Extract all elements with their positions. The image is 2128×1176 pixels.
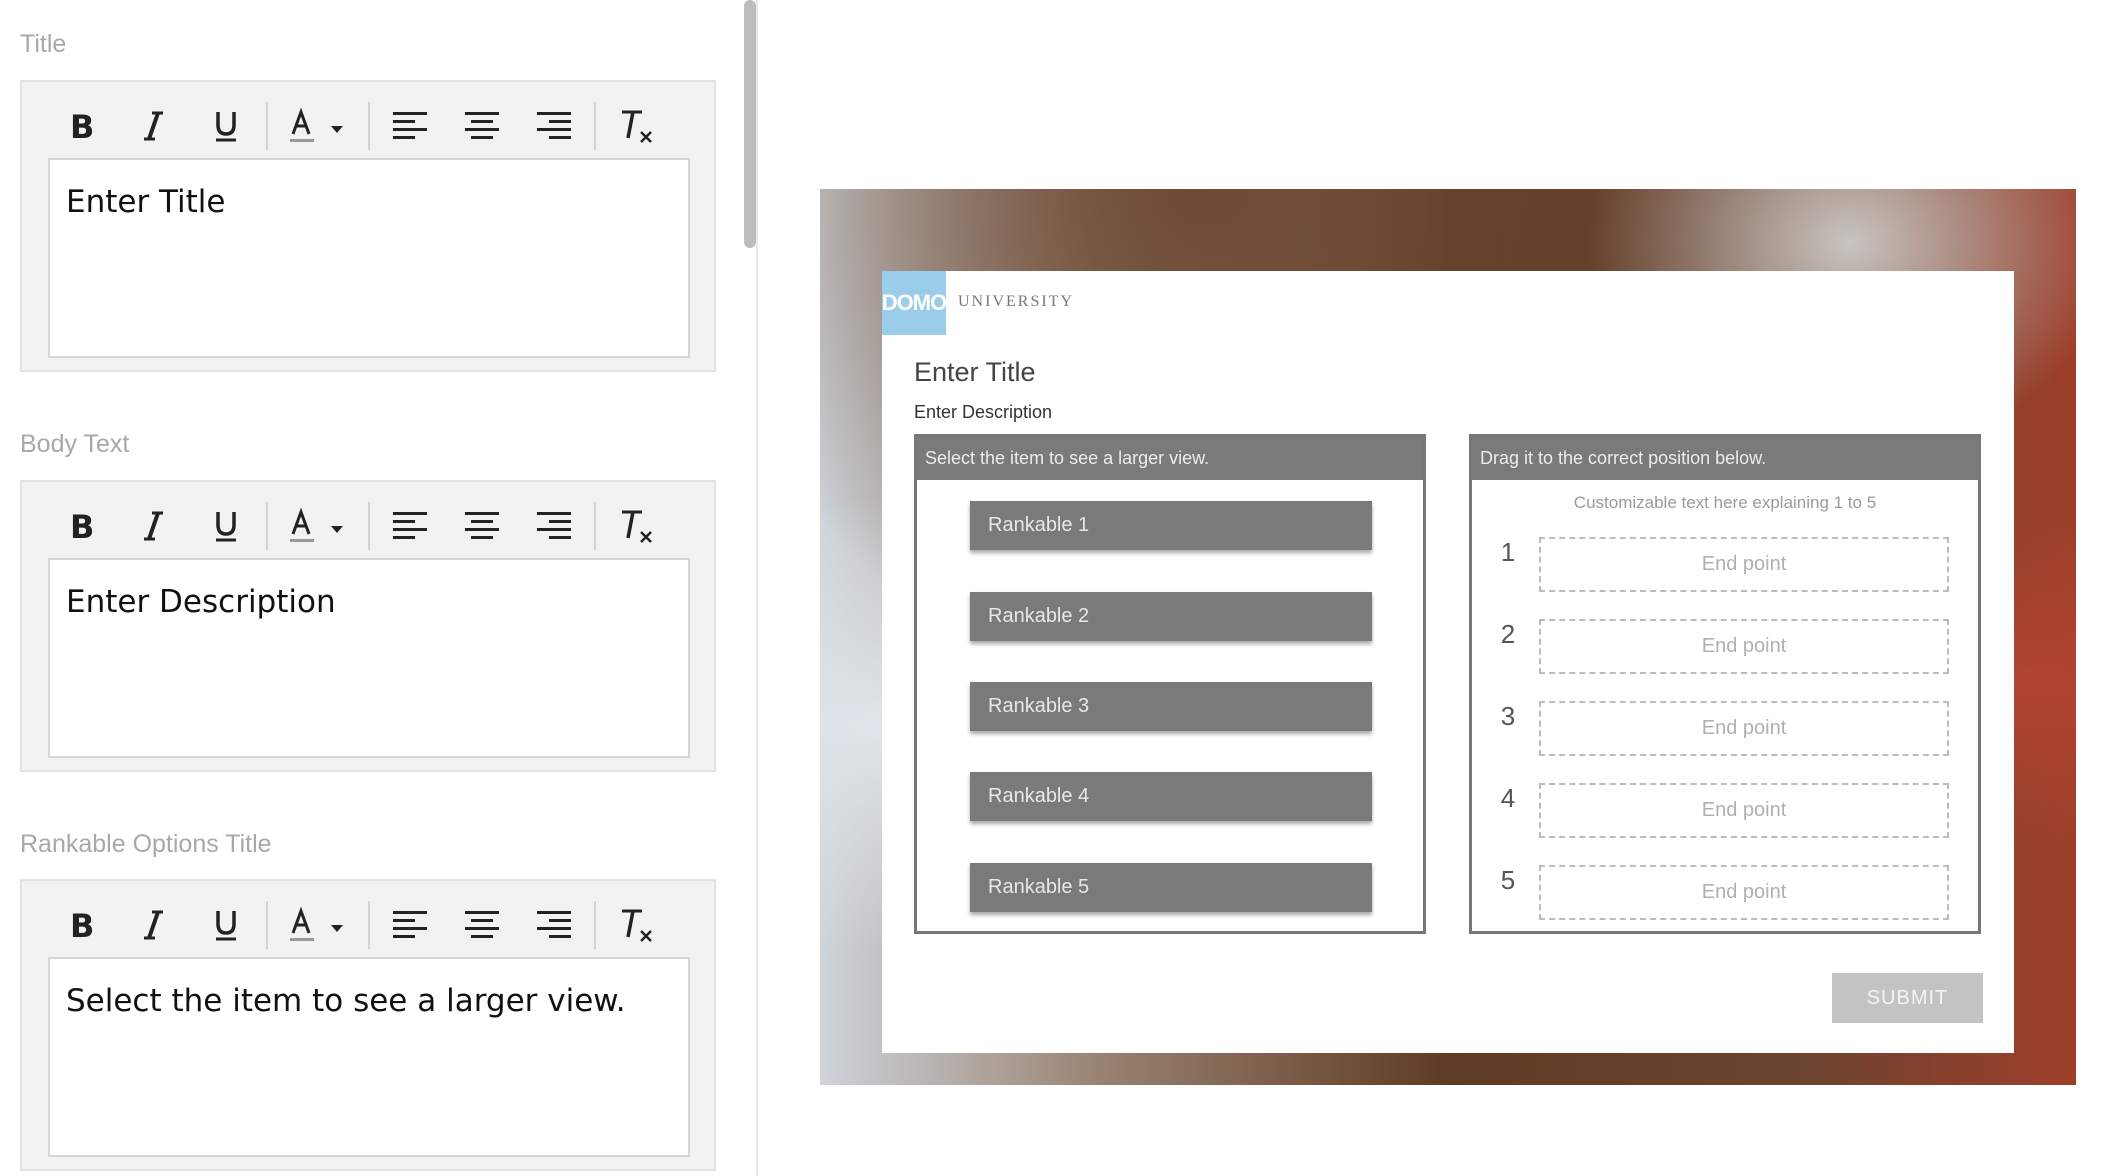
align-center-icon[interactable] — [446, 94, 518, 158]
rankable-item[interactable]: Rankable 4 — [970, 772, 1372, 821]
align-center-icon[interactable] — [446, 893, 518, 957]
clear-format-icon[interactable] — [600, 94, 672, 158]
italic-icon[interactable] — [118, 494, 190, 558]
rankable-options-toolbar: B — [46, 893, 696, 957]
drop-slot[interactable]: End point — [1539, 865, 1949, 920]
underline-icon[interactable] — [190, 94, 262, 158]
title-toolbar: B — [46, 94, 696, 158]
body-text-toolbar: B — [46, 494, 696, 558]
rankable-item[interactable]: Rankable 3 — [970, 682, 1372, 731]
clear-format-icon[interactable] — [600, 494, 672, 558]
text-color-icon[interactable] — [272, 94, 364, 158]
editor-scrollbar[interactable] — [744, 0, 756, 248]
rankable-item[interactable]: Rankable 2 — [970, 592, 1372, 641]
rankable-options-title-section-label: Rankable Options Title — [20, 830, 272, 858]
toolbar-divider — [368, 502, 370, 550]
toolbar-divider — [266, 502, 268, 550]
slot-number: 4 — [1500, 783, 1516, 813]
underline-icon[interactable] — [190, 893, 262, 957]
preview-background-image: DOMO UNIVERSITY Enter Title Enter Descri… — [820, 189, 2076, 1085]
drop-slot[interactable]: End point — [1539, 619, 1949, 674]
toolbar-divider — [266, 102, 268, 150]
submit-button[interactable]: SUBMIT — [1832, 973, 1983, 1023]
preview-description: Enter Description — [914, 402, 1053, 422]
drop-targets-panel: Drag it to the correct position below. C… — [1469, 434, 1981, 934]
title-section-label: Title — [20, 30, 67, 58]
bold-icon[interactable]: B — [46, 94, 118, 158]
text-color-icon[interactable] — [272, 494, 364, 558]
title-input[interactable]: Enter Title — [48, 158, 690, 358]
svg-text:B: B — [70, 908, 94, 942]
rankables-panel: Select the item to see a larger view. Ra… — [914, 434, 1426, 934]
slot-number: 2 — [1500, 619, 1516, 649]
align-left-icon[interactable] — [374, 94, 446, 158]
drop-targets-panel-header: Drag it to the correct position below. — [1472, 437, 1978, 480]
slot-number: 5 — [1500, 865, 1516, 895]
italic-icon[interactable] — [118, 893, 190, 957]
italic-icon[interactable] — [118, 94, 190, 158]
drop-targets-hint: Customizable text here explaining 1 to 5 — [1573, 493, 1877, 512]
preview-card: DOMO UNIVERSITY Enter Title Enter Descri… — [882, 271, 2014, 1053]
body-text-input[interactable]: Enter Description — [48, 558, 690, 758]
drop-slot[interactable]: End point — [1539, 537, 1949, 592]
rankables-panel-header: Select the item to see a larger view. — [917, 437, 1423, 480]
align-right-icon[interactable] — [518, 893, 590, 957]
slot-number: 1 — [1500, 537, 1516, 567]
drop-slot[interactable]: End point — [1539, 701, 1949, 756]
preview-title: Enter Title — [914, 357, 1036, 387]
toolbar-divider — [266, 901, 268, 949]
toolbar-divider — [368, 102, 370, 150]
align-right-icon[interactable] — [518, 94, 590, 158]
align-center-icon[interactable] — [446, 494, 518, 558]
toolbar-divider — [368, 901, 370, 949]
align-right-icon[interactable] — [518, 494, 590, 558]
bold-icon[interactable]: B — [46, 494, 118, 558]
underline-icon[interactable] — [190, 494, 262, 558]
align-left-icon[interactable] — [374, 494, 446, 558]
logo-subtitle: UNIVERSITY — [958, 293, 1074, 310]
domo-logo: DOMO — [882, 271, 947, 335]
rankable-options-title-input[interactable]: Select the item to see a larger view. — [48, 957, 690, 1157]
svg-text:B: B — [70, 109, 94, 143]
toolbar-divider — [594, 901, 596, 949]
text-color-icon[interactable] — [272, 893, 364, 957]
slot-number: 3 — [1500, 701, 1516, 731]
body-text-section-label: Body Text — [20, 430, 130, 458]
rankable-options-title-editor: B Select the item to see a larger view. — [20, 879, 716, 1171]
align-left-icon[interactable] — [374, 893, 446, 957]
rankable-item[interactable]: Rankable 1 — [970, 501, 1372, 550]
rankable-item[interactable]: Rankable 5 — [970, 863, 1372, 912]
panel-divider — [756, 0, 758, 1176]
toolbar-divider — [594, 502, 596, 550]
title-editor: B Enter Title — [20, 80, 716, 372]
toolbar-divider — [594, 102, 596, 150]
svg-text:B: B — [70, 509, 94, 543]
bold-icon[interactable]: B — [46, 893, 118, 957]
editor-panel: Title B Enter Title Body Text B Enter De… — [0, 0, 748, 1176]
clear-format-icon[interactable] — [600, 893, 672, 957]
body-text-editor: B Enter Description — [20, 480, 716, 772]
drop-slot[interactable]: End point — [1539, 783, 1949, 838]
